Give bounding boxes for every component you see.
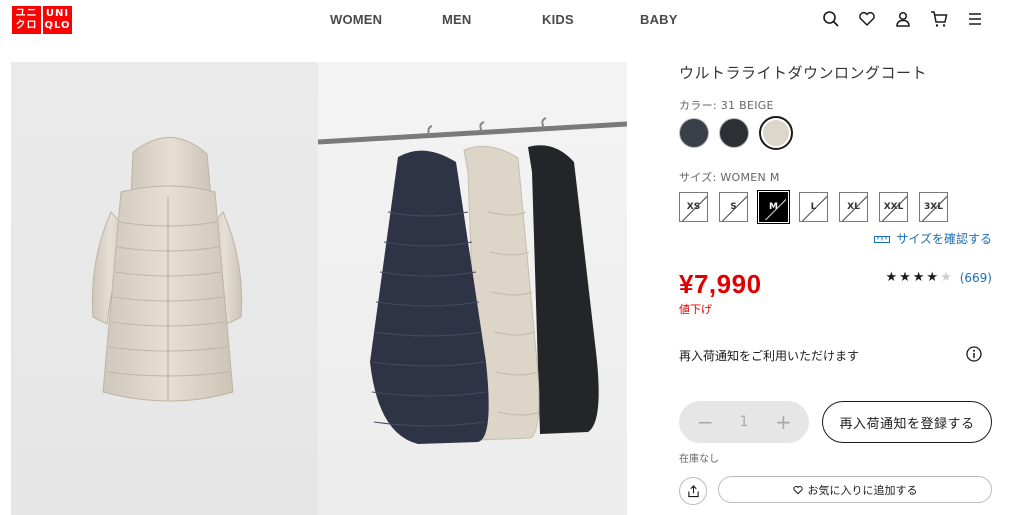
star-icon: ★: [926, 270, 939, 285]
share-button[interactable]: [679, 477, 707, 505]
coats-on-rail-image: [318, 117, 627, 445]
heart-icon: [792, 485, 803, 494]
color-swatch-beige[interactable]: [759, 116, 793, 150]
stock-status: 在庫なし: [679, 454, 719, 465]
star-icon: ★: [912, 270, 925, 285]
size-check-link[interactable]: サイズを確認する: [874, 230, 992, 247]
size-option-3xl[interactable]: 3XL: [919, 192, 948, 222]
quantity-increase-button[interactable]: +: [775, 410, 792, 434]
color-swatches: [679, 116, 793, 150]
star-icon: ★: [899, 270, 911, 285]
quantity-value: 1: [739, 414, 749, 430]
product-image-main[interactable]: [11, 62, 318, 515]
size-option-l[interactable]: L: [799, 192, 828, 222]
nav-baby[interactable]: BABY: [640, 12, 678, 27]
search-icon[interactable]: [822, 10, 840, 28]
nav-kids[interactable]: KIDS: [542, 12, 574, 27]
add-to-favorites-button[interactable]: お気に入りに追加する: [718, 476, 992, 503]
nav-men[interactable]: MEN: [442, 12, 472, 27]
review-count[interactable]: (669): [960, 271, 992, 285]
menu-icon[interactable]: [966, 10, 984, 28]
add-to-favorites-label: お気に入りに追加する: [807, 483, 918, 497]
beige-coat-image: [91, 137, 243, 402]
heart-icon[interactable]: [858, 10, 876, 28]
cart-icon[interactable]: [930, 10, 948, 28]
color-swatch-navy[interactable]: [679, 118, 709, 148]
quantity-stepper: − 1 +: [679, 401, 809, 443]
ruler-icon: [874, 235, 891, 243]
restock-notify-button[interactable]: 再入荷通知を登録する: [822, 401, 992, 443]
info-icon[interactable]: [966, 346, 982, 362]
size-label: サイズ: WOMEN M: [679, 171, 780, 184]
star-rating: ★ ★ ★ ★ ★: [885, 270, 951, 285]
size-option-m[interactable]: M: [757, 190, 790, 224]
price-reduced-label: 値下げ: [679, 303, 712, 316]
color-label: カラー: 31 BEIGE: [679, 99, 774, 112]
product-price: ¥7,990: [679, 269, 762, 299]
nav-women[interactable]: WOMEN: [330, 12, 382, 27]
star-icon: ★: [885, 270, 898, 285]
size-option-xxl[interactable]: XXL: [879, 192, 908, 222]
user-icon[interactable]: [894, 10, 912, 28]
restock-message: 再入荷通知をご利用いただけます: [679, 349, 860, 363]
product-image-lineup[interactable]: [318, 62, 627, 515]
product-title: ウルトラライトダウンロングコート: [679, 64, 928, 82]
color-swatch-black[interactable]: [719, 118, 749, 148]
size-option-xs[interactable]: XS: [679, 192, 708, 222]
share-icon: [687, 484, 699, 497]
size-option-s[interactable]: S: [719, 192, 748, 222]
star-empty-icon: ★: [940, 270, 952, 285]
size-option-xl[interactable]: XL: [839, 192, 868, 222]
quantity-decrease-button[interactable]: −: [697, 410, 714, 434]
size-selector: XS S M L XL XXL 3XL: [679, 190, 948, 224]
header-icons: [822, 10, 984, 28]
product-rating[interactable]: ★ ★ ★ ★ ★ (669): [885, 270, 992, 285]
size-check-label: サイズを確認する: [896, 232, 992, 246]
